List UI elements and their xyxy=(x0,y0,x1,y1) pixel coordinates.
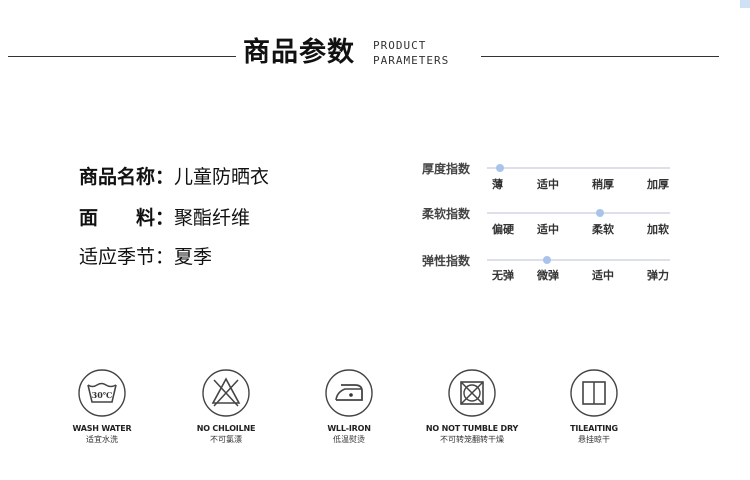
header-rule-right xyxy=(481,56,719,57)
scale-option: 适中 xyxy=(537,223,559,236)
care-item-low-iron: WLL-IRON 低温熨烫 xyxy=(294,368,404,445)
scale-knob xyxy=(596,209,604,217)
info-label: 面 料： xyxy=(79,207,175,229)
scale-option: 微弹 xyxy=(537,269,559,282)
scale-option: 柔软 xyxy=(592,223,614,236)
scale-label: 厚度指数 xyxy=(422,162,471,176)
scale-track xyxy=(487,256,670,264)
scale-option: 加软 xyxy=(647,223,669,236)
scale-track xyxy=(487,164,670,172)
no-bleach-icon xyxy=(202,369,250,417)
info-value: 儿童防晒衣 xyxy=(174,166,270,188)
info-value: 夏季 xyxy=(174,246,213,268)
wash-temp: 30℃ xyxy=(92,390,113,400)
scale-option: 偏硬 xyxy=(492,223,514,236)
scale-option: 适中 xyxy=(592,269,614,282)
care-label-cn: 不可氯漂 xyxy=(210,435,242,444)
scale-option: 薄 xyxy=(492,178,503,191)
page-title: 商品参数 xyxy=(243,37,355,68)
care-label-en: NO NOT TUMBLE DRY xyxy=(425,424,519,433)
info-row-name: 商品名称：儿童防晒衣 xyxy=(79,162,269,189)
scale-option: 适中 xyxy=(537,178,559,191)
scale-label: 柔软指数 xyxy=(422,207,471,221)
info-label: 适应季节： xyxy=(79,246,175,268)
scale-option: 稍厚 xyxy=(592,178,614,191)
scale-label: 弹性指数 xyxy=(422,254,471,268)
scale-option: 弹力 xyxy=(647,269,669,282)
care-label-en: WASH WATER xyxy=(72,424,132,433)
scale-track xyxy=(487,209,670,217)
scale-option: 无弹 xyxy=(492,269,514,282)
scale-knob xyxy=(543,256,551,264)
care-item-no-tumble-dry: NO NOT TUMBLE DRY 不可转笼翻转干燥 xyxy=(417,368,527,445)
care-label-en: NO CHLOILNE xyxy=(196,424,256,433)
care-label-en: WLL-IRON xyxy=(327,424,371,433)
no-tumble-dry-icon xyxy=(448,369,496,417)
corner-decoration xyxy=(740,0,750,8)
care-item-wash: 30℃ WASH WATER 适宜水洗 xyxy=(47,368,157,445)
low-iron-icon xyxy=(325,369,373,417)
scale-option: 加厚 xyxy=(647,178,669,191)
hang-dry-icon xyxy=(570,369,618,417)
care-label-en: TILEAITING xyxy=(570,424,618,433)
care-label-cn: 适宜水洗 xyxy=(86,435,118,444)
info-label: 商品名称： xyxy=(79,166,175,188)
header-rule-left xyxy=(8,56,236,57)
info-row-season: 适应季节：夏季 xyxy=(79,242,212,269)
subtitle-line-1: PRODUCT xyxy=(373,39,427,52)
info-row-fabric: 面 料：聚酯纤维 xyxy=(79,203,250,230)
info-value: 聚酯纤维 xyxy=(174,207,251,229)
scale-knob xyxy=(496,164,504,172)
wash-30-icon: 30℃ xyxy=(78,369,126,417)
care-item-hang-dry: TILEAITING 悬挂晾干 xyxy=(539,368,649,445)
page-subtitle: PRODUCT PARAMETERS xyxy=(373,38,449,68)
care-label-cn: 低温熨烫 xyxy=(333,435,365,444)
subtitle-line-2: PARAMETERS xyxy=(373,54,450,67)
care-label-cn: 悬挂晾干 xyxy=(578,435,610,444)
care-label-cn: 不可转笼翻转干燥 xyxy=(440,435,504,444)
care-item-no-bleach: NO CHLOILNE 不可氯漂 xyxy=(171,368,281,445)
